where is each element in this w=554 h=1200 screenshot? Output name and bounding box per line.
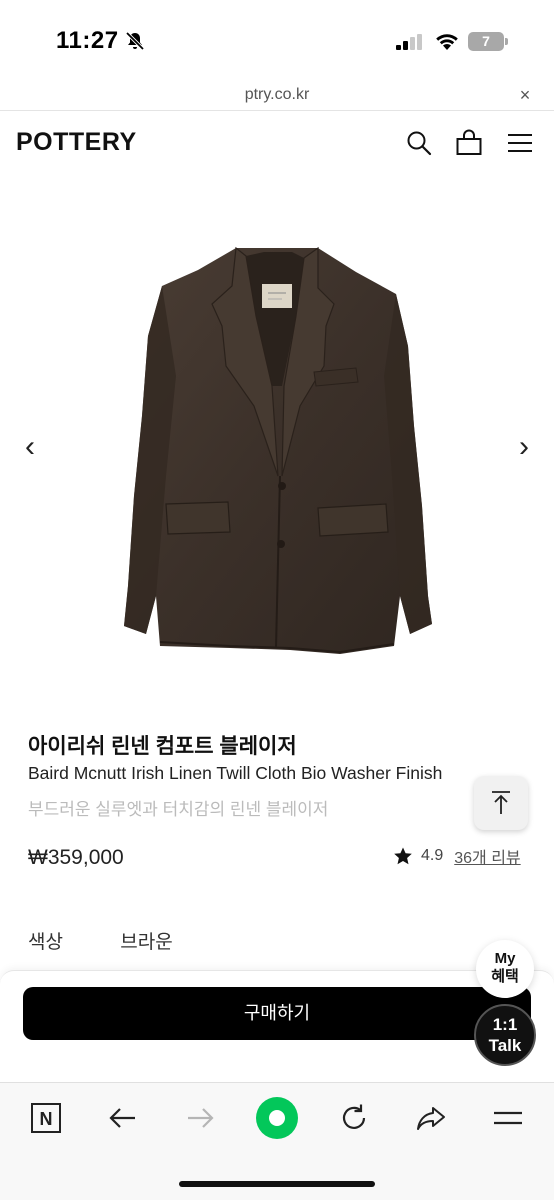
my-benefit-button[interactable]: My 혜택 (476, 940, 534, 998)
talk-button[interactable]: 1:1 Talk (474, 1004, 536, 1066)
product-title-en: Baird Mcnutt Irish Linen Twill Cloth Bio… (28, 763, 443, 783)
bell-slash-icon (125, 31, 145, 51)
status-bar: 11:27 7 (0, 0, 554, 80)
green-home-icon[interactable] (255, 1096, 299, 1140)
wifi-icon (436, 34, 458, 50)
refresh-icon[interactable] (336, 1100, 372, 1136)
search-icon[interactable] (405, 129, 433, 157)
my-benefit-line1: My (494, 950, 516, 967)
menu-icon[interactable] (490, 1100, 526, 1136)
status-time: 11:27 (56, 27, 119, 54)
naver-n-icon[interactable]: N (28, 1100, 64, 1136)
signal-icon (396, 34, 422, 50)
product-title-ko: 아이리쉬 린넨 컴포트 블레이저 (28, 735, 297, 758)
forward-arrow-icon[interactable] (182, 1100, 218, 1136)
home-indicator (179, 1181, 375, 1187)
gallery-prev-arrow[interactable]: ‹ (20, 432, 40, 462)
back-arrow-icon[interactable] (105, 1100, 141, 1136)
product-image[interactable] (0, 176, 554, 696)
url-bar[interactable]: ptry.co.kr × (0, 80, 554, 111)
bag-icon[interactable] (455, 129, 483, 157)
color-value[interactable]: 브라운 (120, 932, 172, 953)
product-subtitle: 부드러운 실루엣과 터치감의 린넨 블레이저 (28, 800, 329, 819)
buy-button[interactable]: 구매하기 (23, 987, 531, 1040)
product-price: ₩359,000 (28, 846, 124, 869)
talk-line1: 1:1 (492, 1015, 518, 1034)
talk-line2: Talk (488, 1036, 522, 1055)
battery-icon: 7 (468, 32, 508, 51)
close-icon[interactable]: × (515, 85, 535, 105)
color-label: 색상 (28, 932, 63, 953)
n-label: N (40, 1109, 53, 1129)
review-link[interactable]: 36개 리뷰 (454, 844, 520, 868)
site-header: POTTERY (0, 112, 554, 176)
arrow-up-icon (492, 791, 510, 814)
gallery-next-arrow[interactable]: › (514, 432, 534, 462)
menu-icon[interactable] (506, 129, 534, 157)
site-logo[interactable]: POTTERY (16, 128, 137, 157)
share-icon[interactable] (413, 1100, 449, 1136)
url-text[interactable]: ptry.co.kr (0, 86, 554, 104)
scroll-top-button[interactable] (474, 776, 528, 830)
color-option-row[interactable]: 색상 브라운 (28, 927, 173, 954)
rating-value: 4.9 (421, 847, 444, 864)
battery-level: 7 (468, 32, 504, 51)
product-rating: 4.9 36개 리뷰 (393, 844, 521, 868)
star-icon (394, 847, 412, 865)
my-benefit-line2: 혜택 (491, 968, 519, 985)
